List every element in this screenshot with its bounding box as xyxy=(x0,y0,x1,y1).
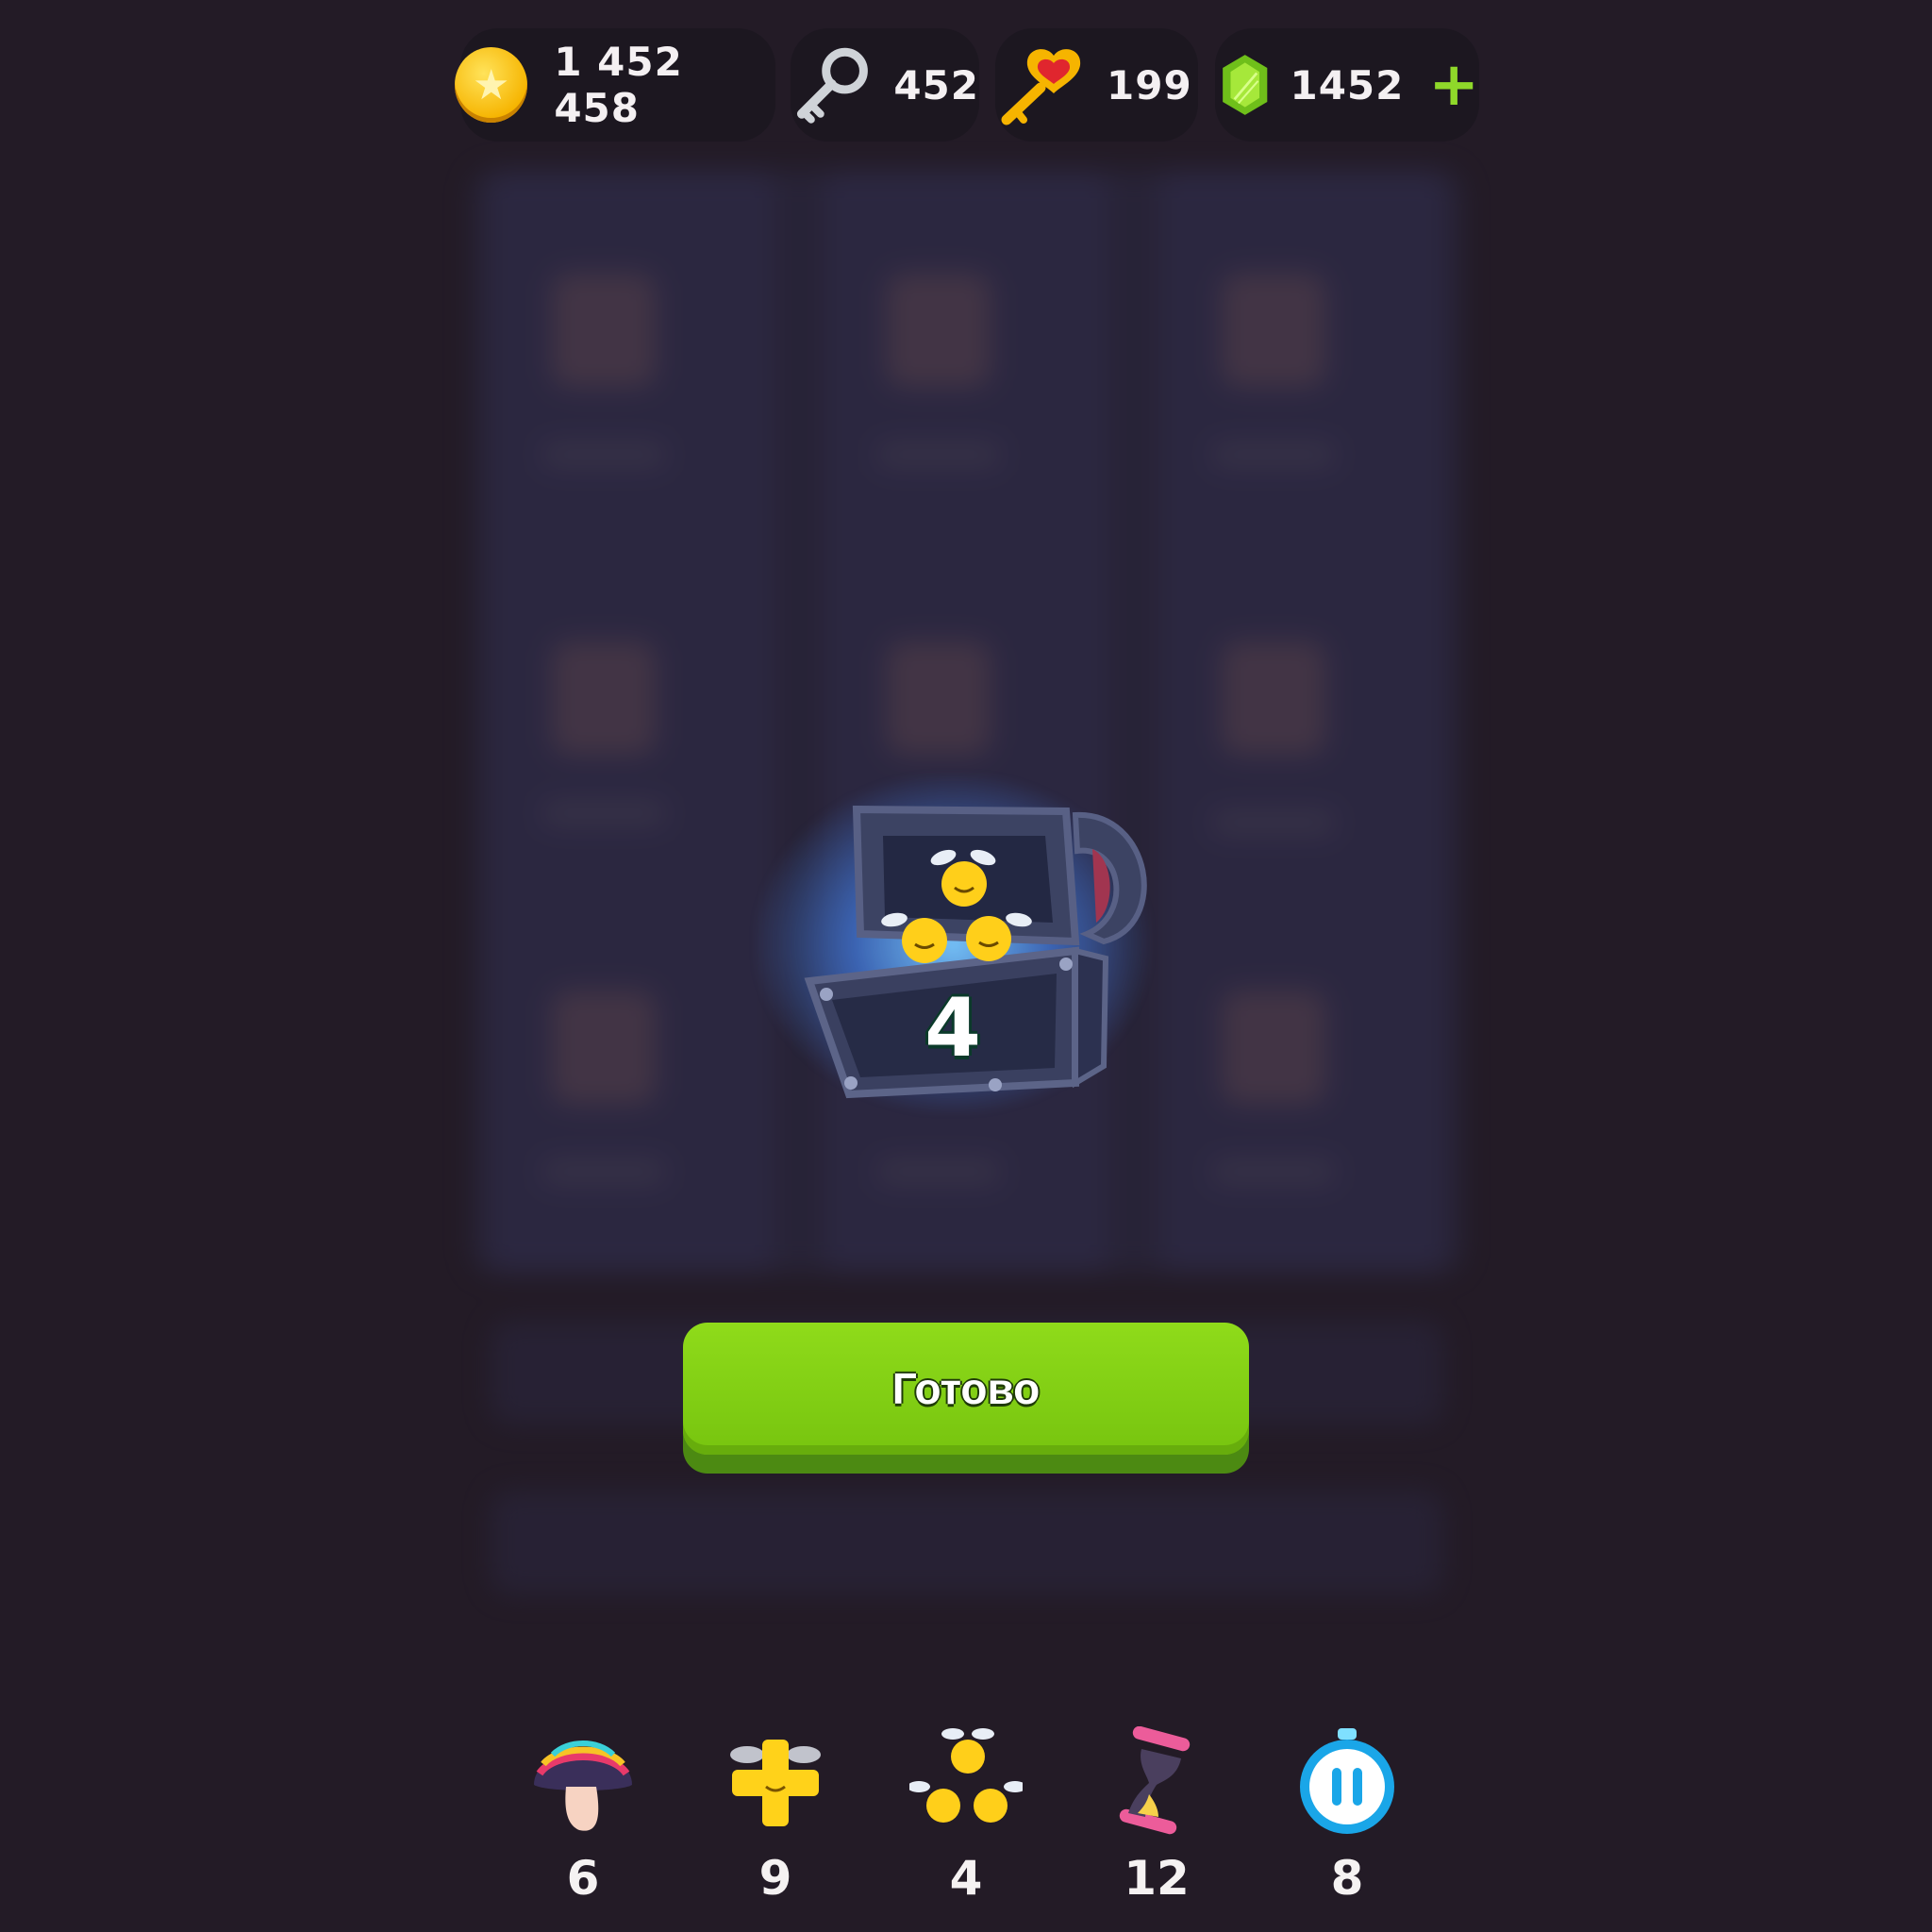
heart-keys-counter[interactable]: 199 xyxy=(995,28,1198,142)
booster-bar: 6 9 4 12 8 xyxy=(0,1726,1932,1924)
gems-value: 1452 xyxy=(1290,61,1405,108)
booster-fireflies[interactable]: 4 xyxy=(895,1726,1037,1924)
pause-timer-icon xyxy=(1300,1728,1394,1834)
rainbow-mushroom-icon xyxy=(534,1740,632,1831)
currency-bar: ★ 1 452 458 452 199 1452 + xyxy=(0,28,1932,142)
done-button-label: Готово xyxy=(891,1364,1041,1413)
booster-pause-count: 8 xyxy=(1330,1851,1364,1906)
silver-keys-counter[interactable]: 452 xyxy=(791,28,979,142)
add-gems-button[interactable]: + xyxy=(1428,55,1479,115)
silver-key-icon xyxy=(796,47,868,124)
gems-counter[interactable]: 1452 + xyxy=(1215,28,1479,142)
heart-keys-value: 199 xyxy=(1107,61,1192,108)
hourglass-icon xyxy=(1119,1726,1191,1835)
booster-hourglass-count: 12 xyxy=(1124,1851,1190,1906)
done-button[interactable]: Готово xyxy=(683,1323,1249,1474)
booster-plus[interactable]: 9 xyxy=(705,1726,846,1924)
coins-counter[interactable]: ★ 1 452 458 xyxy=(455,28,775,142)
heart-key-icon xyxy=(1001,49,1081,125)
silver-keys-value: 452 xyxy=(893,61,979,108)
fireflies-icon xyxy=(909,1728,1023,1823)
reward-count: 4 xyxy=(924,981,981,1075)
booster-mushroom-count: 6 xyxy=(566,1851,600,1906)
booster-fireflies-count: 4 xyxy=(949,1851,983,1906)
booster-pause[interactable]: 8 xyxy=(1276,1726,1418,1924)
booster-hourglass[interactable]: 12 xyxy=(1086,1726,1227,1924)
booster-mushroom[interactable]: 6 xyxy=(512,1726,654,1924)
star-coin-icon: ★ xyxy=(455,47,528,123)
coins-value: 1 452 458 xyxy=(554,39,683,131)
done-button-face: Готово xyxy=(683,1323,1249,1455)
fireflies-reward-icon xyxy=(881,849,1032,963)
golden-plus-icon xyxy=(730,1740,821,1826)
green-gem-icon xyxy=(1223,55,1268,115)
booster-plus-count: 9 xyxy=(758,1851,792,1906)
